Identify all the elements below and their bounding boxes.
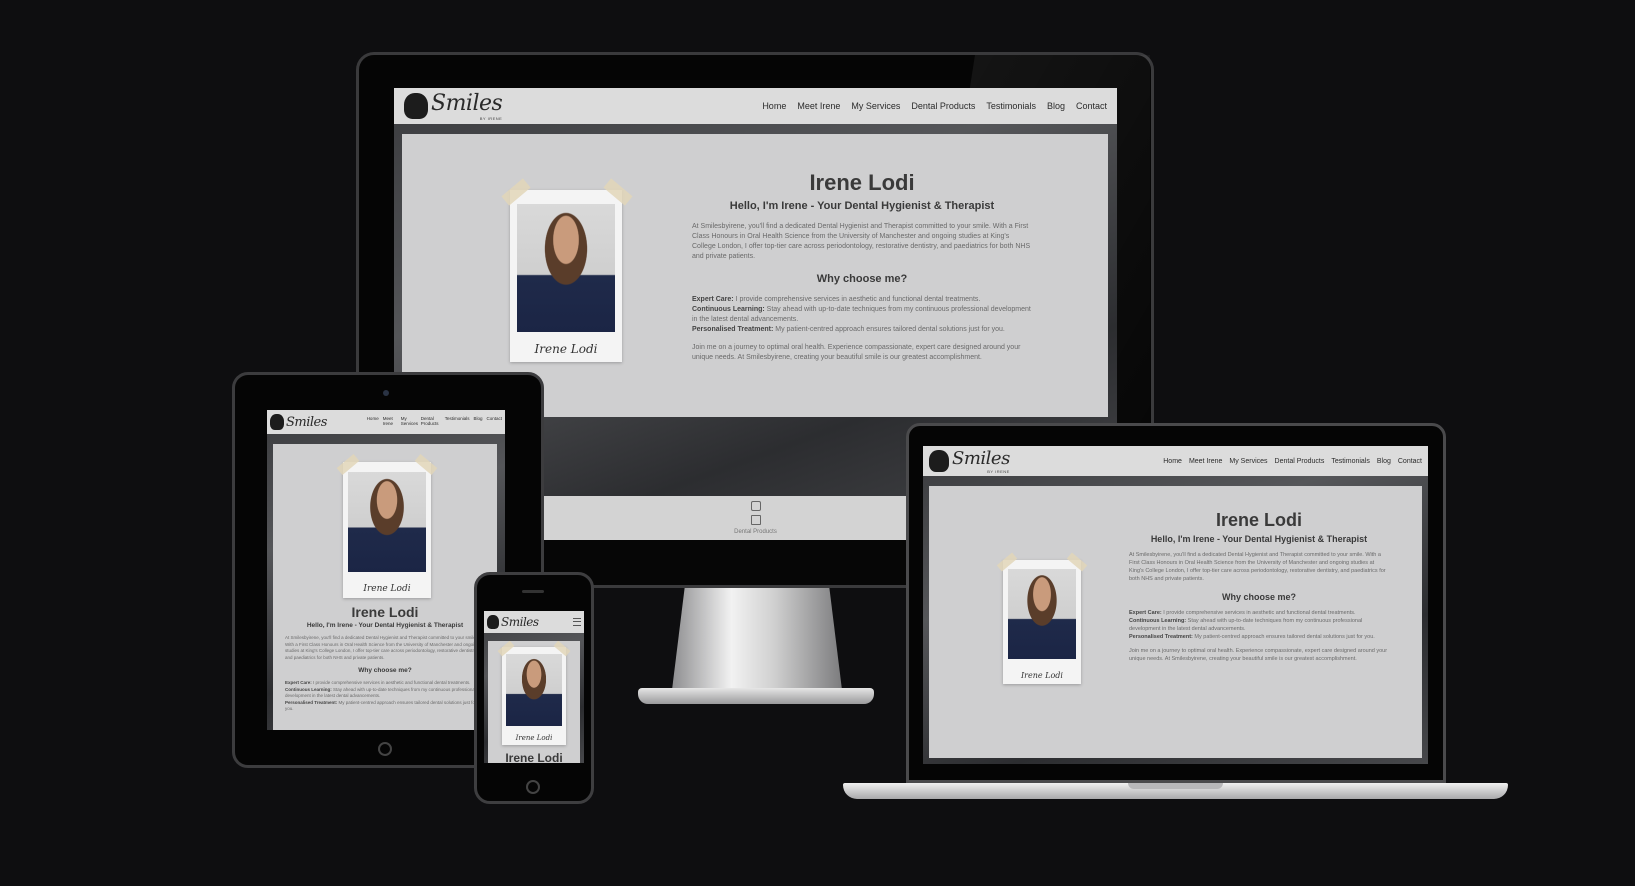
tooth-logo-icon — [404, 93, 428, 119]
logo-wordmark: Smiles — [501, 615, 539, 629]
laptop-nav-links: Home Meet Irene My Services Dental Produ… — [1163, 458, 1422, 465]
point-continuous-learning: Continuous Learning: Stay ahead with up-… — [1129, 617, 1363, 632]
desktop-nav-links: Home Meet Irene My Services Dental Produ… — [762, 101, 1107, 111]
profile-photo — [506, 654, 562, 726]
point-continuous-learning: Continuous Learning: Stay ahead with up-… — [692, 305, 1031, 323]
profile-polaroid: Irene Lodi — [502, 647, 566, 745]
tooth-logo-icon — [270, 414, 284, 430]
nav-meet-irene[interactable]: Meet Irene — [383, 416, 397, 427]
logo-wordmark: Smiles — [431, 91, 503, 116]
signature: Irene Lodi — [1021, 671, 1063, 680]
nav-testimonials[interactable]: Testimonials — [1331, 458, 1370, 465]
desktop-hero-text: Irene Lodi Hello, I'm Irene - Your Denta… — [692, 170, 1032, 363]
hero-intro: At Smilesbyirene, you'll find a dedicate… — [692, 223, 1031, 261]
nav-dental-products[interactable]: Dental Products — [911, 101, 975, 111]
point-expert-care: Expert Care: I provide comprehensive ser… — [1129, 609, 1356, 616]
logo-subtext: BY IRENE — [479, 116, 503, 121]
profile-photo — [348, 472, 426, 572]
point-personalised: Personalised Treatment: My patient-centr… — [1129, 633, 1375, 640]
nav-meet-irene[interactable]: Meet Irene — [797, 101, 840, 111]
nav-home[interactable]: Home — [367, 416, 379, 427]
linkedin-icon[interactable] — [750, 515, 761, 525]
logo-subtext: BY IRENE — [987, 469, 1010, 474]
logo-wordmark: Smiles — [952, 448, 1010, 469]
why-title: Why choose me? — [816, 272, 908, 285]
nav-home[interactable]: Home — [1163, 458, 1182, 465]
phone-speaker — [522, 590, 544, 593]
hero-title: Irene Lodi — [505, 751, 563, 763]
hero-closing: Join me on a journey to optimal oral hea… — [692, 344, 1021, 362]
laptop-logo[interactable]: Smiles BY IRENE — [929, 448, 1010, 474]
signature: Irene Lodi — [363, 584, 411, 594]
phone-navbar: Smiles — [484, 611, 584, 633]
profile-polaroid: Irene Lodi — [510, 190, 622, 362]
nav-dental-products[interactable]: Dental Products — [1275, 458, 1325, 465]
nav-meet-irene[interactable]: Meet Irene — [1189, 458, 1222, 465]
hamburger-menu-icon[interactable] — [573, 618, 581, 626]
hero-title: Irene Lodi — [351, 604, 419, 620]
nav-my-services[interactable]: My Services — [401, 416, 418, 427]
tablet-nav-links: Home Meet Irene My Services Dental Produ… — [367, 416, 502, 427]
phone-home-button[interactable] — [526, 780, 540, 794]
tablet-hero-text: Irene Lodi Hello, I'm Irene - Your Denta… — [285, 604, 485, 713]
profile-polaroid: Irene Lodi — [343, 462, 431, 598]
nav-contact[interactable]: Contact — [1076, 101, 1107, 111]
phone-logo[interactable]: Smiles — [487, 615, 539, 629]
point-continuous-learning: Continuous Learning: Stay ahead with up-… — [285, 686, 476, 699]
laptop-notch — [1128, 783, 1223, 789]
monitor-stand-base — [638, 688, 874, 704]
instagram-icon[interactable] — [750, 501, 761, 511]
point-personalised: Personalised Treatment: My patient-centr… — [285, 699, 477, 712]
point-expert-care: Expert Care: I provide comprehensive ser… — [692, 295, 981, 303]
nav-my-services[interactable]: My Services — [1229, 458, 1267, 465]
nav-dental-products[interactable]: Dental Products — [421, 416, 441, 427]
tablet-hero-card: Irene Lodi Irene Lodi Hello, I'm Irene -… — [273, 444, 497, 730]
nav-blog[interactable]: Blog — [1047, 101, 1065, 111]
tablet-screen: Smiles Home Meet Irene My Services Denta… — [267, 410, 505, 730]
hero-subtitle: Hello, I'm Irene - Your Dental Hygienist… — [306, 622, 464, 629]
why-title: Why choose me? — [358, 667, 412, 675]
nav-testimonials[interactable]: Testimonials — [445, 416, 470, 427]
profile-polaroid: Irene Lodi — [1003, 560, 1081, 684]
laptop-hero-card: Irene Lodi Irene Lodi Hello, I'm Irene -… — [929, 486, 1422, 758]
signature: Irene Lodi — [515, 734, 553, 742]
tablet-navbar: Smiles Home Meet Irene My Services Denta… — [267, 410, 505, 434]
nav-contact[interactable]: Contact — [486, 416, 502, 427]
hero-title: Irene Lodi — [1215, 510, 1302, 530]
tooth-logo-icon — [487, 615, 499, 629]
nav-blog[interactable]: Blog — [1377, 458, 1391, 465]
nav-blog[interactable]: Blog — [473, 416, 482, 427]
hero-intro: At Smilesbyirene, you'll find a dedicate… — [1129, 552, 1386, 582]
point-personalised: Personalised Treatment: My patient-centr… — [692, 325, 1005, 333]
phone-hero-card: Irene Lodi Irene Lodi — [488, 641, 580, 763]
hero-closing: Join me on a journey to optimal oral hea… — [1129, 647, 1388, 662]
profile-photo — [1008, 569, 1076, 659]
nav-contact[interactable]: Contact — [1398, 458, 1422, 465]
monitor-stand-neck — [672, 580, 842, 690]
nav-my-services[interactable]: My Services — [851, 101, 900, 111]
phone-screen: Smiles Irene Lodi Irene Lodi — [484, 611, 584, 763]
tablet-camera — [383, 390, 389, 396]
logo-wordmark: Smiles — [286, 414, 327, 430]
tooth-logo-icon — [929, 450, 949, 472]
signature: Irene Lodi — [534, 342, 598, 356]
profile-photo — [517, 204, 615, 332]
hero-intro: At Smilesbyirene, you'll find a dedicate… — [285, 635, 480, 660]
laptop-hero-text: Irene Lodi Hello, I'm Irene - Your Denta… — [1129, 510, 1389, 664]
tablet-home-button[interactable] — [378, 742, 392, 756]
site-logo[interactable]: Smiles BY IRENE — [404, 91, 503, 121]
hero-subtitle: Hello, I'm Irene - Your Dental Hygienist… — [1150, 534, 1368, 544]
tablet-logo[interactable]: Smiles — [270, 414, 327, 430]
desktop-navbar: Smiles BY IRENE Home Meet Irene My Servi… — [394, 88, 1117, 124]
laptop-screen: Smiles BY IRENE Home Meet Irene My Servi… — [923, 446, 1428, 764]
hero-subtitle: Hello, I'm Irene - Your Dental Hygienist… — [729, 200, 995, 212]
why-title: Why choose me? — [1221, 591, 1296, 602]
hero-title: Irene Lodi — [809, 170, 915, 195]
laptop-navbar: Smiles BY IRENE Home Meet Irene My Servi… — [923, 446, 1428, 476]
nav-home[interactable]: Home — [762, 101, 786, 111]
nav-testimonials[interactable]: Testimonials — [986, 101, 1036, 111]
